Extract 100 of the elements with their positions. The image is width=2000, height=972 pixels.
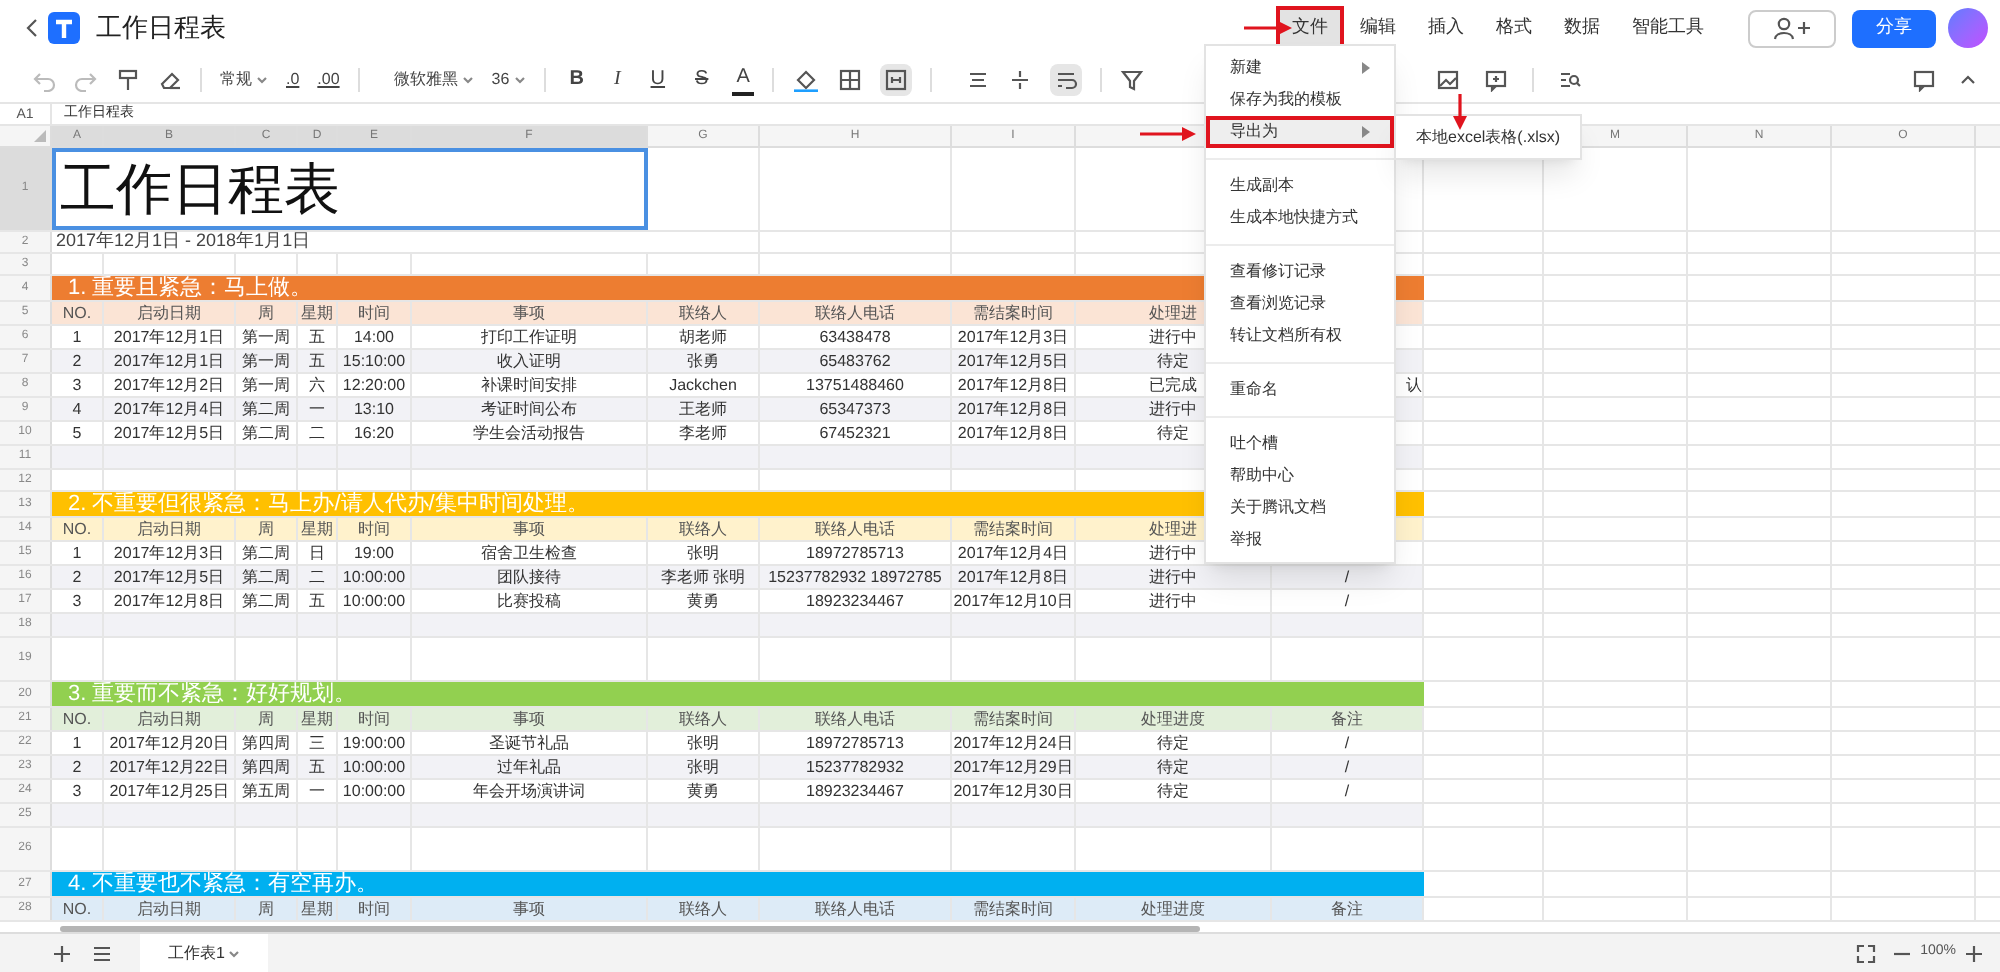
table-cell: / [1272,590,1424,612]
menu-item[interactable]: 本地excel表格(.xlsx) [1396,120,1581,154]
menu-item[interactable]: 编辑 [1344,6,1412,50]
number-format-dropdown[interactable]: 常规 [220,67,268,91]
find-icon[interactable] [1558,67,1582,91]
fill-color-icon[interactable] [791,67,820,91]
decrease-decimals-button[interactable]: .0 [286,67,300,91]
column-title: 联络人电话 [760,302,952,324]
column-title: 联络人 [648,708,760,730]
caret-icon[interactable] [256,73,268,85]
table-cell: 2017年12月5日 [104,566,236,588]
table-cell: 15237782932 [760,756,952,778]
image-icon[interactable] [1436,67,1460,91]
share-button[interactable]: 分享 [1852,9,1936,47]
table-cell: 二 [298,566,338,588]
column-title: 需结案时间 [952,898,1076,920]
table-cell: 2017年12月5日 [104,422,236,444]
font-size-dropdown[interactable]: 36 [491,67,526,91]
table-cell: 18923234467 [760,780,952,802]
menu-item[interactable]: 生成本地快捷方式 [1206,202,1394,234]
table-cell: 16:20 [338,422,412,444]
avatar[interactable] [1948,8,1988,48]
merge-cells-icon[interactable] [883,67,908,91]
font-color-button[interactable]: A [732,62,754,96]
add-sheet-icon[interactable] [52,943,72,963]
column-title: 备注 [1272,708,1424,730]
font-dropdown[interactable]: 微软雅黑 [393,67,474,91]
column-title: 时间 [338,898,412,920]
table-cell: 2017年12月10日 [952,590,1076,612]
menu-item[interactable]: 智能工具 [1616,6,1720,50]
table-cell: 第四周 [236,732,298,754]
wrap-text-icon[interactable] [1053,67,1078,91]
date-range-text: 2017年12月1日 - 2018年1月1日 [54,228,311,255]
menu-item[interactable]: 插入 [1412,6,1480,50]
table-cell: 团队接待 [412,566,648,588]
table-cell: 2017年12月20日 [104,732,236,754]
section-title: 3. 重要而不紧急：好好规划。 [52,682,1424,706]
table-cell: 12:20:00 [338,374,412,396]
add-collaborator-button[interactable] [1748,9,1836,47]
table-cell: 日 [298,542,338,564]
table-cell: 年会开场演讲词 [412,780,648,802]
bold-button[interactable]: B [563,64,590,94]
column-title: 事项 [412,708,648,730]
sheet-title: 工作日程表 [52,148,648,230]
eraser-icon[interactable] [158,67,182,91]
table-cell: 2017年12月8日 [104,590,236,612]
table-cell: 李老师 张明 [648,566,760,588]
menu-item[interactable]: 导出为 [1206,116,1394,148]
table-cell: / [1272,780,1424,802]
insert-comment-icon[interactable] [1484,67,1508,91]
comment-icon[interactable] [1912,67,1936,91]
document-title: 工作日程表 [96,10,226,47]
underline-button[interactable]: U [644,64,672,94]
table-cell: 二 [298,422,338,444]
table-cell: / [1272,566,1424,588]
menu-item[interactable]: 保存为我的模板 [1206,84,1394,116]
horizontal-scrollbar[interactable] [60,926,1200,932]
menu-item[interactable]: 新建 [1206,52,1394,84]
italic-button[interactable]: I [607,64,627,94]
sheet-tab[interactable]: 工作表1 [140,934,269,972]
table-cell: 2017年12月5日 [952,350,1076,372]
caret-icon[interactable] [461,73,474,85]
menu-item[interactable]: 生成副本 [1206,170,1394,202]
table-cell: 10:00:00 [338,590,412,612]
table-cell: 第四周 [236,756,298,778]
filter-icon[interactable] [1119,67,1144,91]
borders-icon[interactable] [837,67,862,91]
table-cell: 2017年12月2日 [104,374,236,396]
table-cell: 宿舍卫生检查 [412,542,648,564]
table-cell: 15:10:00 [338,350,412,372]
column-title: 启动日期 [104,708,236,730]
table-cell: 2017年12月29日 [952,756,1076,778]
column-title: 时间 [338,708,412,730]
back-icon[interactable] [24,16,40,40]
table-cell: 13751488460 [760,374,952,396]
menu-item[interactable]: 格式 [1480,6,1548,50]
table-cell: 13:10 [338,398,412,420]
table-cell: 15237782932 18972785 [760,566,952,588]
align-icon[interactable] [965,67,990,91]
increase-decimals-button[interactable]: .00 [317,67,340,91]
menu-item[interactable]: 帮助中心 [1206,460,1394,492]
table-cell: 一 [298,780,338,802]
strikethrough-button[interactable]: S [689,64,715,94]
caret-icon[interactable] [228,947,241,959]
table-cell: 10:00:00 [338,566,412,588]
caret-icon[interactable] [513,73,526,85]
logo-icon [48,12,80,44]
paint-brush-icon[interactable] [116,67,140,91]
table-cell: 王老师 [648,398,760,420]
vertical-align-icon[interactable] [1007,67,1032,91]
menu-item[interactable]: 数据 [1548,6,1616,50]
table-cell: 2017年12月3日 [104,542,236,564]
table-cell: 过年礼品 [412,756,648,778]
table-cell: 2 [52,350,104,372]
fit-screen-icon[interactable] [1856,943,1877,963]
sheet-list-icon[interactable] [92,943,112,963]
table-cell: 三 [298,732,338,754]
table-cell: 张明 [648,756,760,778]
column-title: 启动日期 [104,898,236,920]
zoom-in-icon[interactable] [1964,943,1984,963]
